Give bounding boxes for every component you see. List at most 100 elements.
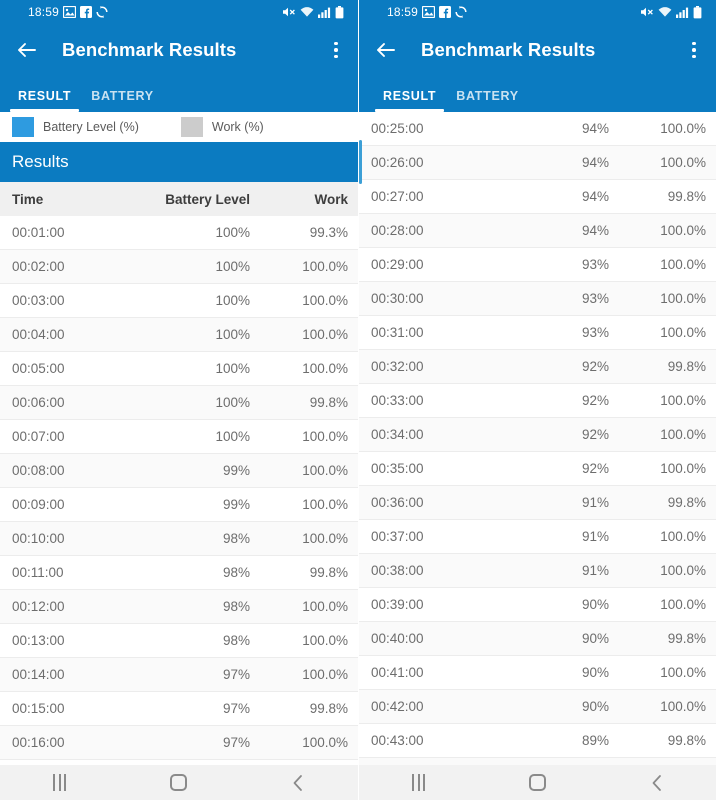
table-row[interactable]: 00:31:00 93% 100.0% — [359, 316, 716, 350]
volume-muted-icon — [282, 6, 296, 18]
table-body-right[interactable]: 00:25:00 94% 100.0% 00:26:00 94% 100.0% 00:27:… — [359, 112, 716, 800]
legend-swatch-battery-level — [12, 117, 34, 137]
table-row[interactable]: 00:36:00 91% 99.8% — [359, 486, 716, 520]
table-row[interactable]: 00:40:00 90% 99.8% — [359, 622, 716, 656]
table-row[interactable]: 00:37:00 91% 100.0% — [359, 520, 716, 554]
cell-work: 99.8% — [309, 565, 348, 580]
tab-bar: RESULT BATTERY — [0, 76, 358, 112]
cell-work: 100.0% — [660, 121, 706, 136]
cell-time: 00:05:00 — [12, 361, 65, 376]
table-row[interactable]: 00:27:00 94% 99.8% — [359, 180, 716, 214]
back-button[interactable] — [598, 774, 716, 792]
overflow-menu-icon[interactable] — [324, 38, 348, 62]
table-row[interactable]: 00:03:00 100% 100.0% — [0, 284, 358, 318]
cell-time: 00:27:00 — [371, 189, 424, 204]
cell-time: 00:38:00 — [371, 563, 424, 578]
table-row[interactable]: 00:25:00 94% 100.0% — [359, 112, 716, 146]
cell-battery-level: 93% — [581, 291, 609, 306]
back-button[interactable] — [239, 774, 358, 792]
cell-time: 00:14:00 — [12, 667, 65, 682]
legend-swatch-work — [180, 117, 203, 137]
table-row[interactable]: 00:15:00 97% 99.8% — [0, 692, 358, 726]
legend-label-work: Work (%) — [211, 120, 264, 134]
vertical-scrollbar-thumb[interactable] — [359, 140, 362, 184]
cell-time: 00:31:00 — [371, 325, 424, 340]
overflow-menu-icon[interactable] — [682, 38, 706, 62]
table-row[interactable]: 00:43:00 89% 99.8% — [359, 724, 716, 758]
facebook-icon — [439, 6, 452, 18]
cell-battery-level: 94% — [581, 223, 609, 238]
cell-work: 100.0% — [660, 665, 706, 680]
column-header-time: Time — [12, 191, 44, 207]
recents-button[interactable] — [0, 774, 119, 791]
cell-battery-level: 98% — [222, 531, 250, 546]
home-button[interactable] — [478, 774, 597, 791]
cell-work: 100.0% — [660, 427, 706, 442]
table-row[interactable]: 00:39:00 90% 100.0% — [359, 588, 716, 622]
app-toolbar: Benchmark Results — [359, 24, 716, 76]
cell-work: 100.0% — [660, 529, 706, 544]
cell-time: 00:32:00 — [371, 359, 424, 374]
cell-time: 00:09:00 — [12, 497, 65, 512]
table-row[interactable]: 00:16:00 97% 100.0% — [0, 726, 358, 760]
cellular-signal-icon — [676, 6, 689, 18]
cell-battery-level: 91% — [581, 529, 609, 544]
table-row[interactable]: 00:29:00 93% 100.0% — [359, 248, 716, 282]
cell-work: 100.0% — [302, 361, 348, 376]
recents-button[interactable] — [359, 774, 478, 791]
table-row[interactable]: 00:38:00 91% 100.0% — [359, 554, 716, 588]
table-row[interactable]: 00:07:00 100% 100.0% — [0, 420, 358, 454]
tab-battery[interactable]: BATTERY — [446, 89, 529, 112]
table-row[interactable]: 00:12:00 98% 100.0% — [0, 590, 358, 624]
chart-legend: Battery Level (%) Work (%) — [0, 112, 358, 142]
cell-battery-level: 98% — [222, 565, 250, 580]
table-row[interactable]: 00:34:00 92% 100.0% — [359, 418, 716, 452]
table-row[interactable]: 00:04:00 100% 100.0% — [0, 318, 358, 352]
cell-time: 00:36:00 — [371, 495, 424, 510]
cell-battery-level: 94% — [581, 155, 609, 170]
table-row[interactable]: 00:05:00 100% 100.0% — [0, 352, 358, 386]
table-row[interactable]: 00:42:00 90% 100.0% — [359, 690, 716, 724]
table-row[interactable]: 00:32:00 92% 99.8% — [359, 350, 716, 384]
cell-time: 00:02:00 — [12, 259, 65, 274]
cell-time: 00:07:00 — [12, 429, 65, 444]
table-row[interactable]: 00:02:00 100% 100.0% — [0, 250, 358, 284]
table-row[interactable]: 00:30:00 93% 100.0% — [359, 282, 716, 316]
battery-icon — [335, 5, 344, 19]
table-row[interactable]: 00:26:00 94% 100.0% — [359, 146, 716, 180]
back-arrow-icon[interactable] — [373, 37, 399, 63]
table-row[interactable]: 00:14:00 97% 100.0% — [0, 658, 358, 692]
table-row[interactable]: 00:28:00 94% 100.0% — [359, 214, 716, 248]
cell-work: 100.0% — [302, 463, 348, 478]
table-body-left[interactable]: 00:01:00 100% 99.3% 00:02:00 100% 100.0% 00:03… — [0, 216, 358, 800]
cell-work: 100.0% — [302, 667, 348, 682]
cell-work: 99.8% — [309, 395, 348, 410]
cell-work: 99.8% — [667, 189, 706, 204]
table-row[interactable]: 00:06:00 100% 99.8% — [0, 386, 358, 420]
cell-battery-level: 90% — [581, 631, 609, 646]
cell-work: 99.3% — [309, 225, 348, 240]
table-row[interactable]: 00:01:00 100% 99.3% — [0, 216, 358, 250]
cell-time: 00:33:00 — [371, 393, 424, 408]
status-bar-right — [282, 5, 350, 19]
home-button[interactable] — [119, 774, 238, 791]
cell-work: 100.0% — [660, 155, 706, 170]
table-row[interactable]: 00:41:00 90% 100.0% — [359, 656, 716, 690]
table-row[interactable]: 00:13:00 98% 100.0% — [0, 624, 358, 658]
status-bar-right — [640, 5, 708, 19]
table-row[interactable]: 00:09:00 99% 100.0% — [0, 488, 358, 522]
tab-result[interactable]: RESULT — [8, 89, 81, 112]
table-row[interactable]: 00:10:00 98% 100.0% — [0, 522, 358, 556]
table-row[interactable]: 00:08:00 99% 100.0% — [0, 454, 358, 488]
table-row[interactable]: 00:35:00 92% 100.0% — [359, 452, 716, 486]
sync-icon — [96, 6, 108, 18]
cell-time: 00:06:00 — [12, 395, 65, 410]
table-row[interactable]: 00:33:00 92% 100.0% — [359, 384, 716, 418]
table-row[interactable]: 00:11:00 98% 99.8% — [0, 556, 358, 590]
battery-icon — [693, 5, 702, 19]
tab-result[interactable]: RESULT — [373, 89, 446, 112]
cell-work: 100.0% — [302, 327, 348, 342]
back-arrow-icon[interactable] — [14, 37, 40, 63]
cell-battery-level: 100% — [215, 361, 250, 376]
tab-battery[interactable]: BATTERY — [81, 89, 164, 112]
